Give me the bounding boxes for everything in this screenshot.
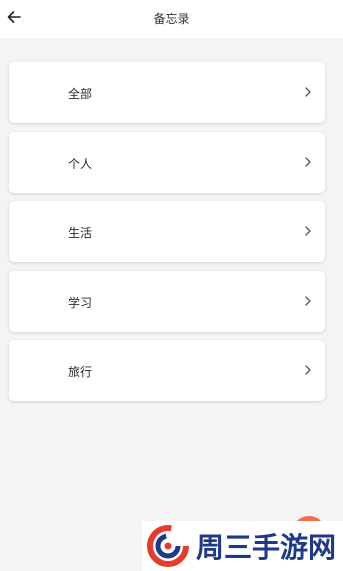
category-label: 个人 <box>68 156 93 171</box>
chevron-right-icon <box>305 87 311 97</box>
page-title: 备忘录 <box>153 12 190 26</box>
watermark: 周三手游网 <box>142 521 343 571</box>
chevron-right-icon <box>305 365 311 375</box>
category-label: 旅行 <box>68 365 93 379</box>
category-item-travel[interactable]: 旅行 <box>9 340 325 401</box>
watermark-text: 周三手游网 <box>196 531 337 564</box>
category-item-all[interactable]: 全部 <box>9 62 325 123</box>
chevron-right-icon <box>305 226 311 236</box>
category-label: 生活 <box>68 226 93 240</box>
category-item-personal[interactable]: 个人 <box>9 131 325 193</box>
chevron-right-icon <box>305 156 311 167</box>
category-item-life[interactable]: 生活 <box>9 201 325 262</box>
category-label: 学习 <box>68 295 93 310</box>
top-bar: 备忘录 <box>0 0 343 38</box>
category-list: 全部 个人 生活 学习 旅行 <box>9 62 325 410</box>
category-label: 全部 <box>68 87 93 101</box>
swirl-logo-icon <box>147 525 189 567</box>
category-item-study[interactable]: 学习 <box>9 270 325 332</box>
chevron-right-icon <box>305 295 311 306</box>
